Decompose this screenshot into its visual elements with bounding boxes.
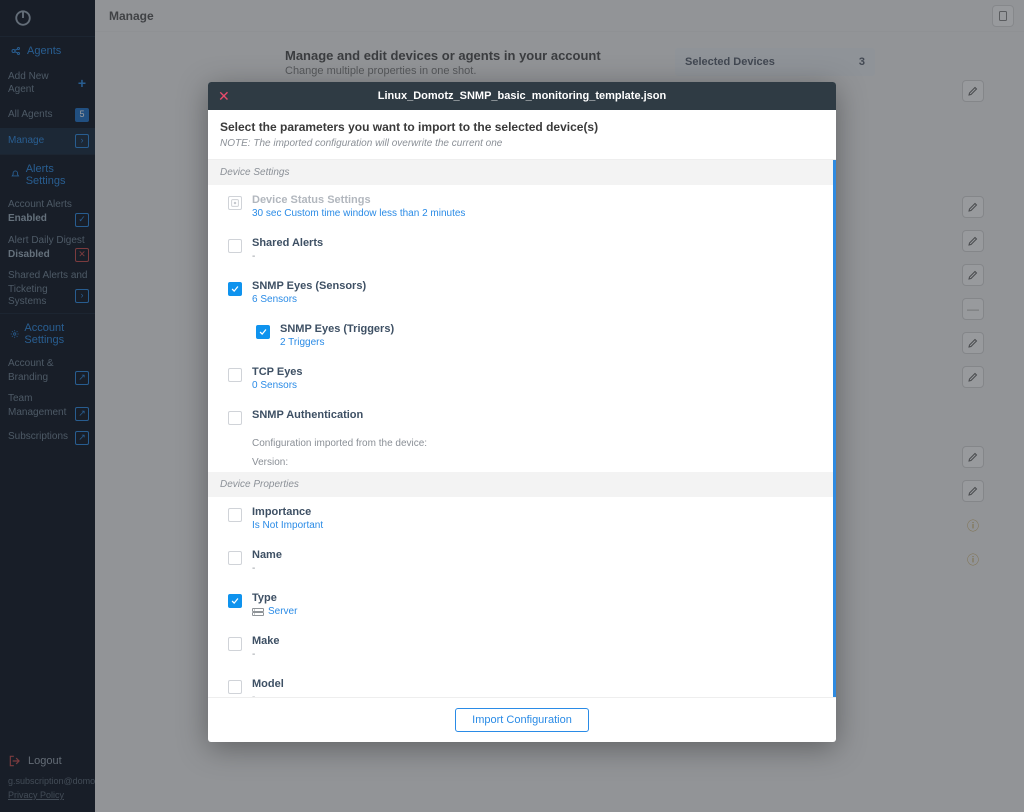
option-snmp-auth: SNMP Authentication bbox=[208, 400, 833, 434]
option-sub: 6 Sensors bbox=[252, 294, 366, 305]
option-title: Name bbox=[252, 549, 282, 561]
checkbox[interactable] bbox=[228, 551, 242, 565]
option-device-status: Device Status Settings 30 sec Custom tim… bbox=[208, 185, 833, 228]
option-title: Shared Alerts bbox=[252, 237, 323, 249]
option-shared-alerts: Shared Alerts - bbox=[208, 228, 833, 271]
option-importance: Importance Is Not Important bbox=[208, 497, 833, 540]
option-title: Importance bbox=[252, 506, 323, 518]
checkbox[interactable] bbox=[228, 680, 242, 694]
type-value: Server bbox=[268, 606, 297, 617]
close-icon[interactable]: ✕ bbox=[218, 89, 230, 103]
modal-subheader: Select the parameters you want to import… bbox=[208, 110, 836, 160]
option-sub: Is Not Important bbox=[252, 520, 323, 531]
option-title: SNMP Authentication bbox=[252, 409, 363, 421]
option-name: Name - bbox=[208, 540, 833, 583]
option-title: Make bbox=[252, 635, 280, 647]
checkbox-checked[interactable] bbox=[228, 594, 242, 608]
checkbox[interactable] bbox=[228, 411, 242, 425]
modal-footer: Import Configuration bbox=[208, 697, 836, 742]
option-tcp-eyes: TCP Eyes 0 Sensors bbox=[208, 357, 833, 400]
option-title: Model bbox=[252, 678, 284, 690]
checkbox[interactable] bbox=[228, 508, 242, 522]
group-header-settings: Device Settings bbox=[208, 160, 833, 185]
option-title: TCP Eyes bbox=[252, 366, 303, 378]
option-sub: - bbox=[252, 251, 323, 262]
check-icon bbox=[258, 327, 268, 337]
checkbox[interactable] bbox=[228, 368, 242, 382]
checkbox[interactable] bbox=[228, 239, 242, 253]
modal-title: Linux_Domotz_SNMP_basic_monitoring_templ… bbox=[378, 90, 667, 102]
option-title: SNMP Eyes (Sensors) bbox=[252, 280, 366, 292]
option-sub: Server bbox=[252, 606, 297, 617]
group-header-properties: Device Properties bbox=[208, 472, 833, 497]
import-modal: ✕ Linux_Domotz_SNMP_basic_monitoring_tem… bbox=[208, 82, 836, 742]
check-icon bbox=[230, 284, 240, 294]
status-icon bbox=[228, 196, 242, 210]
option-model: Model - bbox=[208, 669, 833, 697]
checkbox-checked[interactable] bbox=[228, 282, 242, 296]
modal-body[interactable]: Device Settings Device Status Settings 3… bbox=[208, 160, 836, 697]
option-title: Device Status Settings bbox=[252, 194, 465, 206]
version-label: Version: bbox=[208, 453, 833, 472]
check-icon bbox=[230, 596, 240, 606]
option-sub: - bbox=[252, 563, 282, 574]
modal-header: ✕ Linux_Domotz_SNMP_basic_monitoring_tem… bbox=[208, 82, 836, 110]
option-type: Type Server bbox=[208, 583, 833, 626]
option-sub: - bbox=[252, 649, 280, 660]
option-snmp-eyes: SNMP Eyes (Sensors) 6 Sensors bbox=[208, 271, 833, 314]
option-snmp-triggers: SNMP Eyes (Triggers) 2 Triggers bbox=[208, 314, 833, 357]
option-sub: 0 Sensors bbox=[252, 380, 303, 391]
option-sub: 30 sec Custom time window less than 2 mi… bbox=[252, 208, 465, 219]
modal-subtitle: Select the parameters you want to import… bbox=[220, 120, 824, 134]
import-configuration-button[interactable]: Import Configuration bbox=[455, 708, 589, 732]
option-make: Make - bbox=[208, 626, 833, 669]
modal-note: NOTE: The imported configuration will ov… bbox=[220, 138, 824, 149]
checkbox[interactable] bbox=[228, 637, 242, 651]
server-icon bbox=[252, 607, 264, 617]
option-title: SNMP Eyes (Triggers) bbox=[280, 323, 394, 335]
option-title: Type bbox=[252, 592, 297, 604]
conf-imported-label: Configuration imported from the device: bbox=[208, 434, 833, 453]
checkbox-checked[interactable] bbox=[256, 325, 270, 339]
option-sub: 2 Triggers bbox=[280, 337, 394, 348]
